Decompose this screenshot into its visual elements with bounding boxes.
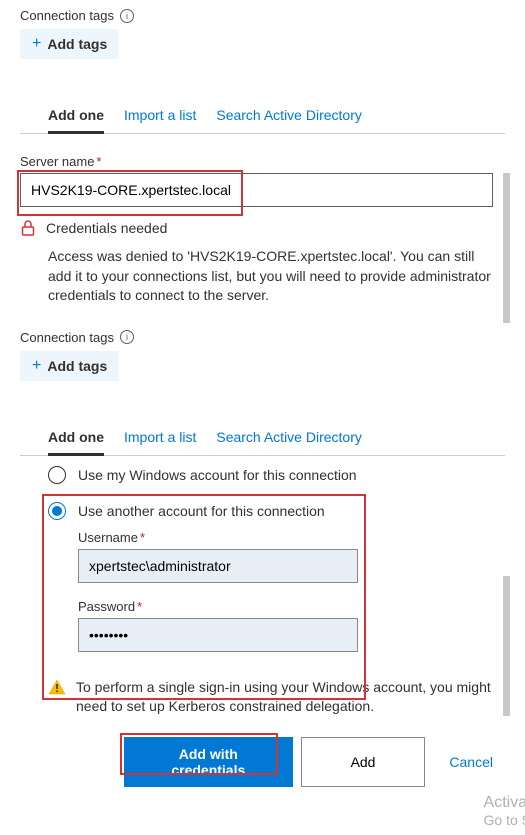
warning-icon <box>48 678 66 696</box>
cancel-button[interactable]: Cancel <box>433 737 493 787</box>
add-button[interactable]: Add <box>301 737 426 787</box>
scrollbar[interactable] <box>503 173 510 323</box>
server-name-input[interactable] <box>20 173 493 207</box>
connection-tags-label-2: Connection tags i <box>20 330 505 345</box>
radio-use-windows-account[interactable]: Use my Windows account for this connecti… <box>48 466 493 484</box>
tab-import-list[interactable]: Import a list <box>124 99 196 133</box>
tab-add-one-2[interactable]: Add one <box>48 421 104 456</box>
add-tags-button[interactable]: + Add tags <box>20 29 119 59</box>
credentials-description: Access was denied to 'HVS2K19-CORE.xpert… <box>48 247 493 306</box>
action-button-row: Add with credentials Add Cancel <box>20 737 493 787</box>
tabs-add-connection-2: Add one Import a list Search Active Dire… <box>20 421 505 456</box>
add-tags-label: Add tags <box>47 36 107 52</box>
password-input[interactable] <box>78 618 358 652</box>
tabs-add-connection: Add one Import a list Search Active Dire… <box>20 99 505 134</box>
info-icon[interactable]: i <box>120 330 134 344</box>
add-with-credentials-button[interactable]: Add with credentials <box>124 737 293 787</box>
radio-icon-checked <box>48 502 66 520</box>
radio-icon-unchecked <box>48 466 66 484</box>
kerberos-warning: To perform a single sign-in using your W… <box>48 678 493 717</box>
lock-icon <box>20 219 36 237</box>
tab-add-one[interactable]: Add one <box>48 99 104 134</box>
radio-use-another-account[interactable]: Use another account for this connection <box>48 502 493 520</box>
activate-windows-watermark: Activa Go to S <box>484 793 525 829</box>
plus-icon: + <box>32 35 41 53</box>
username-input[interactable] <box>78 549 358 583</box>
tab-search-ad[interactable]: Search Active Directory <box>216 99 362 133</box>
password-label: Password* <box>78 599 493 614</box>
tab-import-list-2[interactable]: Import a list <box>124 421 196 455</box>
scrollbar[interactable] <box>503 576 510 716</box>
add-tags-label: Add tags <box>47 358 107 374</box>
connection-tags-label: Connection tags i <box>20 8 505 23</box>
tab-search-ad-2[interactable]: Search Active Directory <box>216 421 362 455</box>
plus-icon: + <box>32 357 41 375</box>
info-icon[interactable]: i <box>120 9 134 23</box>
add-tags-button-2[interactable]: + Add tags <box>20 351 119 381</box>
server-name-label: Server name* <box>20 154 505 169</box>
username-label: Username* <box>78 530 493 545</box>
credentials-needed-row: Credentials needed <box>20 219 493 237</box>
